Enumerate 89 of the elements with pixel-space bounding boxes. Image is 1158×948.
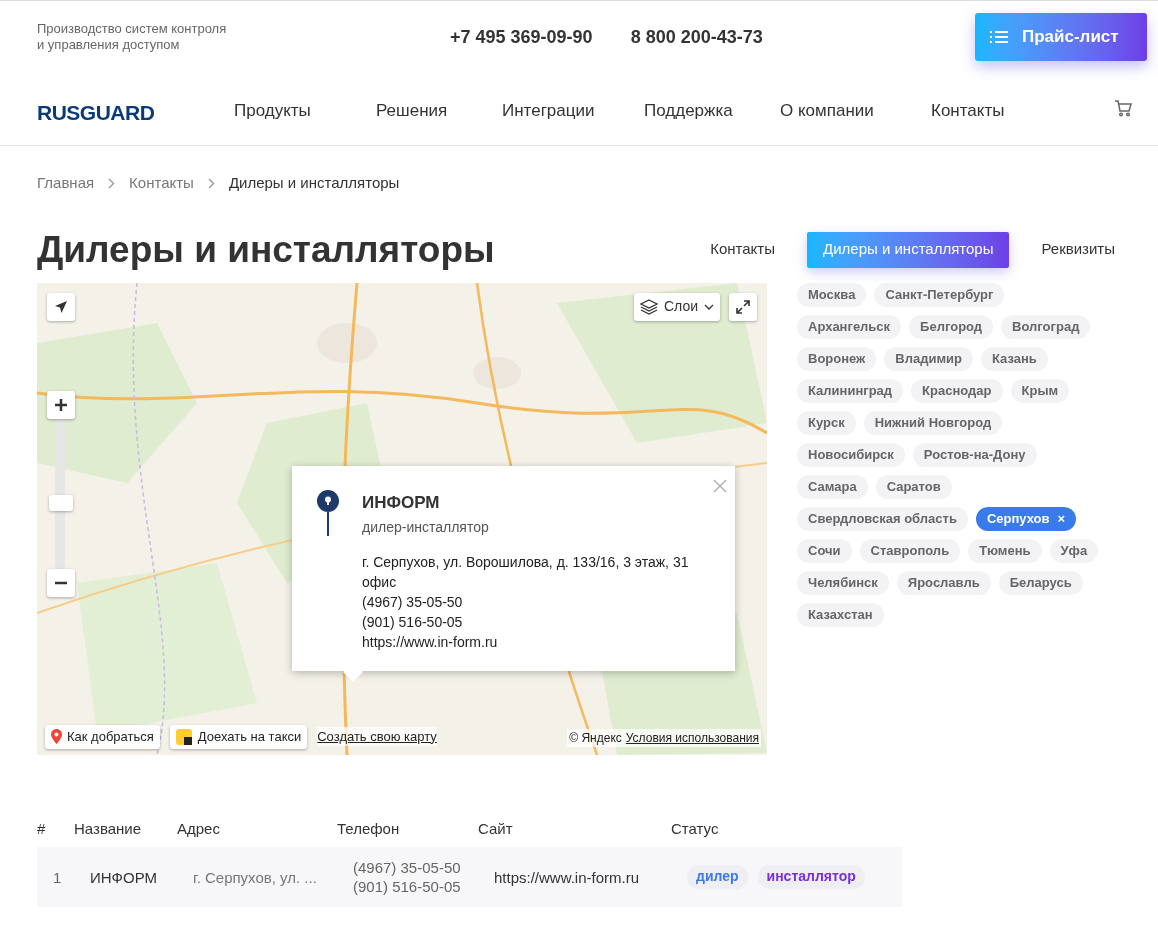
city-tag[interactable]: Новосибирск xyxy=(797,442,905,467)
column-header: Статус xyxy=(671,818,719,839)
phone-link[interactable]: 8 800 200-43-73 xyxy=(630,23,763,51)
dealer-type: дилер-инсталлятор xyxy=(362,518,490,537)
column-header: Телефон xyxy=(337,818,400,839)
city-tag[interactable]: Тюмень xyxy=(968,538,1042,563)
tab[interactable]: Реквизиты xyxy=(1025,231,1131,268)
remove-icon[interactable]: × xyxy=(1057,508,1066,529)
breadcrumb-link[interactable]: Контакты xyxy=(129,172,194,195)
city-tag[interactable]: Челябинск xyxy=(797,570,889,595)
table-cell-text: https://www.in-form.ru xyxy=(494,867,640,888)
table-cell-text: 1 xyxy=(53,867,62,888)
city-tag[interactable]: Ярославль xyxy=(896,570,991,595)
city-tag[interactable]: Серпухов × xyxy=(975,506,1077,531)
copyright: © Яндекс xyxy=(569,729,622,747)
column-header: Адрес xyxy=(177,818,220,839)
city-tag[interactable]: Нижний Новгород xyxy=(863,410,1003,435)
pin-icon xyxy=(51,729,62,744)
zoom-in-button[interactable] xyxy=(47,390,75,419)
city-tag[interactable]: Краснодар xyxy=(911,378,1003,403)
price-list-button[interactable]: Прайс-лист xyxy=(975,13,1147,61)
layers-icon xyxy=(640,298,658,315)
city-tag[interactable]: Крым xyxy=(1010,378,1070,403)
city-tag[interactable]: Саратов xyxy=(875,474,952,499)
arrow-icon xyxy=(54,299,68,314)
table-cell-text: ИНФОРМ xyxy=(90,867,158,888)
table-cell: (901) 516-50-05 xyxy=(353,876,461,896)
table-cell: (4967) 35-05-50 xyxy=(353,857,461,877)
city-tag[interactable]: Белгород xyxy=(909,314,994,339)
page-title: Дилеры и инсталляторы xyxy=(37,227,496,272)
cart-icon[interactable] xyxy=(1114,100,1132,117)
city-tag[interactable]: Казахстан xyxy=(797,602,884,627)
chevron-icon xyxy=(108,177,116,189)
city-tag[interactable]: Калининград xyxy=(797,378,904,403)
logo[interactable]: RUSGUARD xyxy=(37,97,155,129)
tagline: и управления доступом xyxy=(37,37,181,53)
dealer-phone: (901) 516-50-05 xyxy=(362,613,464,632)
city-tag[interactable]: Курск xyxy=(797,410,856,435)
status-tag: дилер xyxy=(687,864,748,889)
city-tag[interactable]: Санкт-Петербург xyxy=(874,282,1005,307)
city-tag[interactable]: Волгоград xyxy=(1001,314,1091,339)
zoom-out-button[interactable] xyxy=(47,568,75,597)
table-cell-text: г. Серпухов, ул. ... xyxy=(193,867,317,888)
breadcrumb-link[interactable]: Дилеры и инсталляторы xyxy=(228,172,400,195)
city-tag[interactable]: Ставрополь xyxy=(859,538,961,563)
tab[interactable]: Контакты xyxy=(694,231,791,268)
status-tag: инсталлятор xyxy=(757,864,865,889)
fullscreen-button[interactable] xyxy=(729,292,757,321)
taxi-button[interactable]: Доехать на такси xyxy=(169,724,308,749)
create-map-link[interactable]: Создать свою карту xyxy=(317,726,437,747)
city-tag[interactable]: Уфа xyxy=(1049,538,1099,563)
breadcrumb-link[interactable]: Главная xyxy=(37,172,95,195)
tab[interactable]: Дилеры и инсталляторы xyxy=(807,231,1010,268)
layers-button[interactable]: Слои xyxy=(634,292,721,321)
locate-button[interactable] xyxy=(47,292,75,321)
nav-link[interactable]: Контакты xyxy=(931,98,1005,124)
city-tag[interactable]: Москва xyxy=(797,282,867,307)
dealer-phone: (4967) 35-05-50 xyxy=(362,593,464,612)
city-tag[interactable]: Беларусь xyxy=(998,570,1083,595)
nav-link[interactable]: Интеграции xyxy=(502,98,595,124)
dealer-address: г. Серпухов, ул. Ворошилова, д. 133/16, 3 этаж, 31 офис xyxy=(362,553,690,592)
column-header: Сайт xyxy=(478,818,513,839)
dealer-name: ИНФОРМ xyxy=(362,491,441,514)
city-tag[interactable]: Владимир xyxy=(884,346,973,371)
city-tag[interactable]: Ростов-на-Дону xyxy=(912,442,1037,467)
column-header: # xyxy=(37,818,46,839)
list-icon xyxy=(990,30,1008,44)
city-tag[interactable]: Казань xyxy=(981,346,1048,371)
terms-link[interactable]: Условия использования xyxy=(625,728,759,747)
city-tag[interactable]: Свердловская область xyxy=(797,506,968,531)
map-pin-icon xyxy=(317,489,339,536)
nav-link[interactable]: Продукты xyxy=(234,98,311,124)
city-tag[interactable]: Архангельск xyxy=(797,314,902,339)
city-tag[interactable]: Сочи xyxy=(797,538,852,563)
city-tag[interactable]: Воронеж xyxy=(797,346,877,371)
plus-icon xyxy=(54,397,68,412)
route-button[interactable]: Как добраться xyxy=(45,724,160,749)
city-tag[interactable]: Самара xyxy=(797,474,868,499)
nav-link[interactable]: Поддержка xyxy=(644,98,733,124)
nav-link[interactable]: О компании xyxy=(780,98,874,124)
chevron-icon xyxy=(207,177,215,189)
column-header: Название xyxy=(74,818,142,839)
taxi-icon xyxy=(175,728,192,745)
phone-link[interactable]: +7 495 369-09-90 xyxy=(450,23,593,51)
tagline: Производство систем контроля xyxy=(37,21,228,37)
dealer-site: https://www.in-form.ru xyxy=(362,633,499,652)
chevron-down-icon xyxy=(704,303,715,310)
nav-link[interactable]: Решения xyxy=(376,98,448,124)
expand-icon xyxy=(736,299,750,314)
